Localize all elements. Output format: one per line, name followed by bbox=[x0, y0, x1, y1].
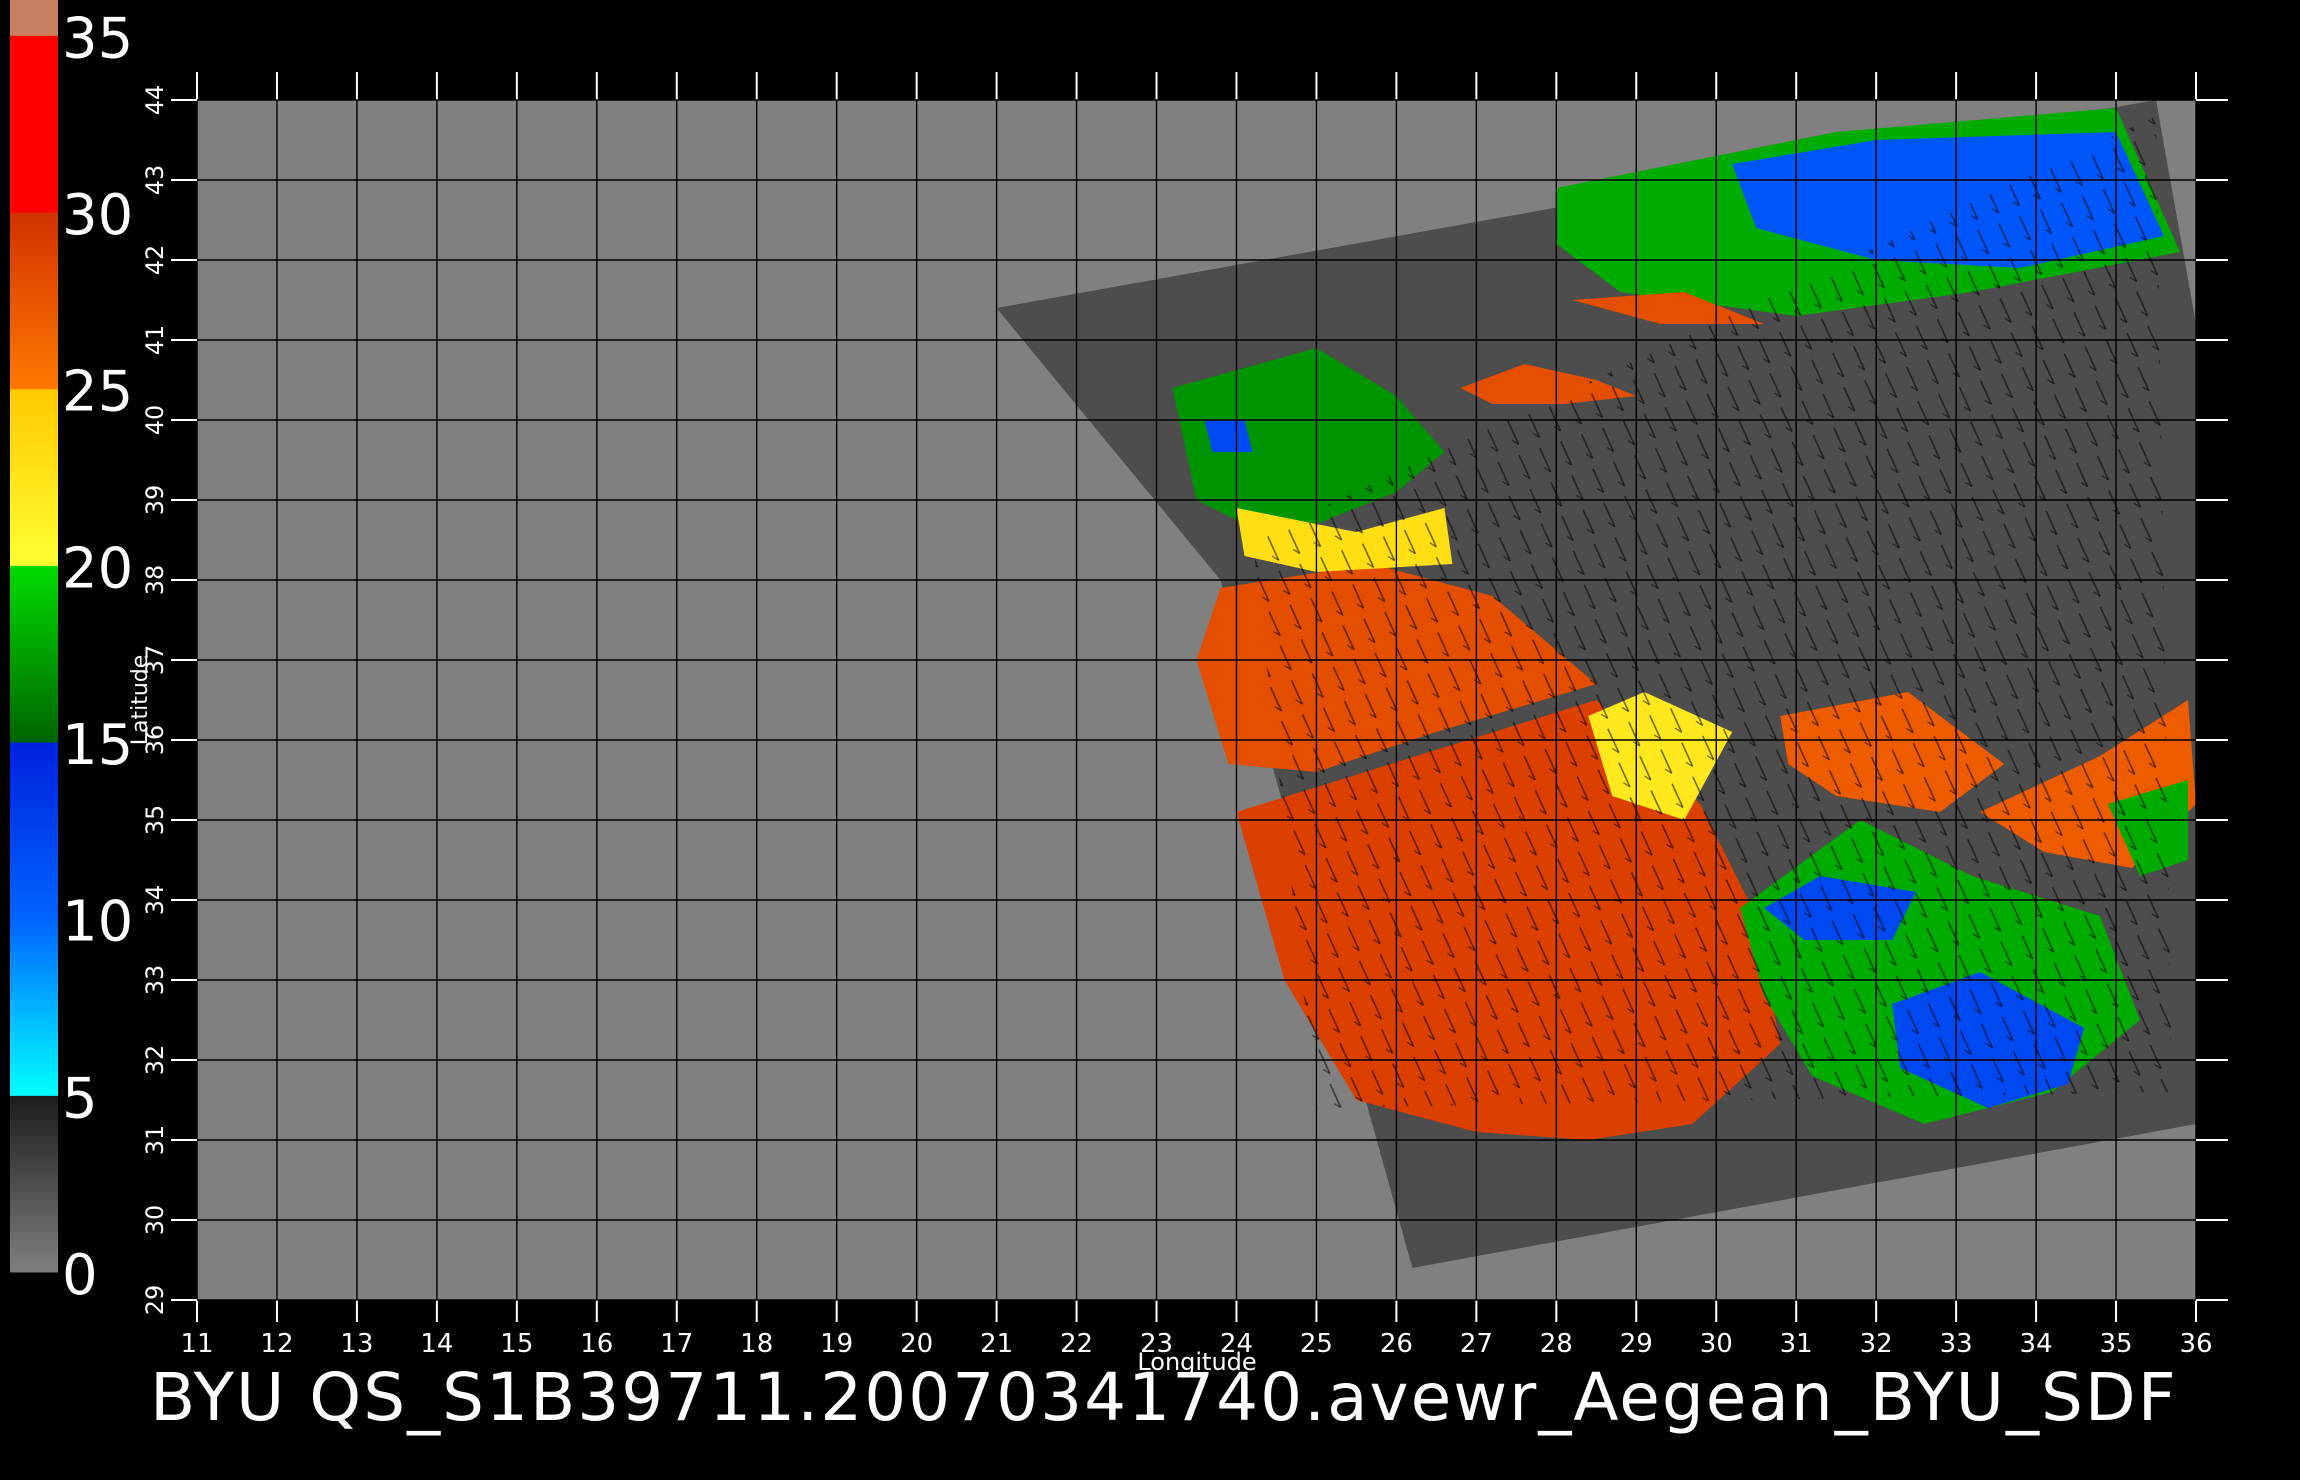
longitude-tick-label: 13 bbox=[340, 1329, 373, 1359]
latitude-tick-label: 44 bbox=[141, 85, 169, 116]
colorbar-band bbox=[10, 742, 58, 920]
longitude-tick-label: 27 bbox=[1460, 1329, 1493, 1359]
longitude-tick-label: 16 bbox=[580, 1329, 613, 1359]
longitude-tick-label: 22 bbox=[1060, 1329, 1093, 1359]
longitude-tick-label: 18 bbox=[740, 1329, 773, 1359]
longitude-tick-label: 31 bbox=[1780, 1329, 1813, 1359]
colorbar-band bbox=[10, 35, 58, 213]
latitude-tick-label: 32 bbox=[141, 1045, 169, 1076]
latitude-tick-label: 35 bbox=[141, 805, 169, 836]
latitude-tick-label: 31 bbox=[141, 1125, 169, 1156]
colorbar-band bbox=[10, 212, 58, 390]
colorbar-bands bbox=[10, 0, 58, 1273]
latitude-tick-label: 33 bbox=[141, 965, 169, 996]
longitude-tick-label: 12 bbox=[260, 1329, 293, 1359]
colorbar-band bbox=[10, 0, 58, 36]
longitude-tick-label: 32 bbox=[1860, 1329, 1893, 1359]
longitude-tick-label: 15 bbox=[500, 1329, 533, 1359]
y-axis-label: Latitude bbox=[128, 655, 153, 746]
colorbar-tick-label: 5 bbox=[62, 1066, 98, 1131]
colorbar-tick-label: 25 bbox=[62, 360, 133, 425]
longitude-tick-label: 35 bbox=[2099, 1329, 2132, 1359]
colorbar-tick-label: 15 bbox=[62, 713, 133, 778]
latitude-tick-label: 30 bbox=[141, 1205, 169, 1236]
latitude-tick-label: 42 bbox=[141, 245, 169, 276]
wind-speed-region bbox=[1204, 420, 1253, 452]
colorbar-tick-label: 0 bbox=[62, 1243, 98, 1308]
latitude-tick-label: 39 bbox=[141, 485, 169, 516]
map-plot: 11 12 13 14 15 16 17 18 19 20 21 22 23 24 25 26 27 28 29 30… bbox=[128, 72, 2228, 1376]
longitude-tick-label: 17 bbox=[660, 1329, 693, 1359]
latitude-tick-label: 38 bbox=[141, 565, 169, 596]
longitude-tick-label: 14 bbox=[420, 1329, 453, 1359]
colorbar-band bbox=[10, 1095, 58, 1273]
colorbar-ticks: 0 5 10 15 20 25 30 35 bbox=[62, 6, 133, 1308]
longitude-tick-label: 21 bbox=[980, 1329, 1013, 1359]
latitude-tick-label: 34 bbox=[141, 885, 169, 916]
longitude-tick-label: 34 bbox=[2020, 1329, 2053, 1359]
colorbar-band bbox=[10, 388, 58, 566]
colorbar-tick-label: 20 bbox=[62, 536, 133, 601]
latitude-tick-label: 40 bbox=[141, 405, 169, 436]
longitude-tick-label: 19 bbox=[820, 1329, 853, 1359]
latitude-tick-label: 43 bbox=[141, 165, 169, 196]
latitude-tick-label: 41 bbox=[141, 325, 169, 356]
longitude-tick-label: 36 bbox=[2179, 1329, 2212, 1359]
latitude-tick-label: 29 bbox=[141, 1285, 169, 1316]
colorbar-band bbox=[10, 918, 58, 1096]
figure-title: BYU QS_S1B39711.20070341740.avewr_Aegean… bbox=[150, 1359, 2178, 1436]
longitude-tick-label: 33 bbox=[1940, 1329, 1973, 1359]
longitude-tick-label: 25 bbox=[1300, 1329, 1333, 1359]
colorbar: 0 5 10 15 20 25 30 35 bbox=[10, 0, 133, 1308]
colorbar-tick-label: 10 bbox=[62, 890, 133, 955]
longitude-tick-label: 29 bbox=[1620, 1329, 1653, 1359]
longitude-tick-label: 11 bbox=[180, 1329, 213, 1359]
longitude-tick-label: 28 bbox=[1540, 1329, 1573, 1359]
wind-speed-map-figure: 0 5 10 15 20 25 30 35 11 12 13 14 15 16 17 18 19 20 21 22 2… bbox=[10, 0, 2228, 1376]
colorbar-tick-label: 35 bbox=[62, 6, 133, 71]
longitude-tick-label: 20 bbox=[900, 1329, 933, 1359]
colorbar-band bbox=[10, 565, 58, 743]
colorbar-tick-label: 30 bbox=[62, 183, 133, 248]
longitude-tick-label: 26 bbox=[1380, 1329, 1413, 1359]
longitude-tick-label: 30 bbox=[1700, 1329, 1733, 1359]
